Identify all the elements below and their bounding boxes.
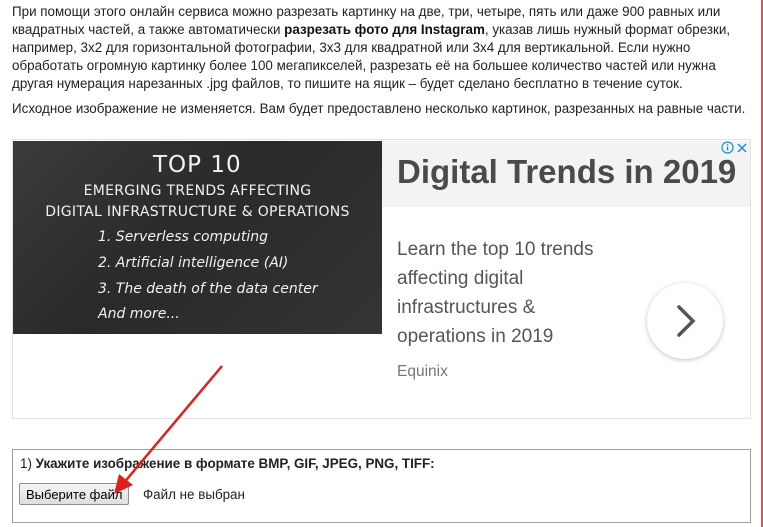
red-arrow-annotation <box>114 365 223 494</box>
ad-image[interactable]: TOP 10 EMERGING TRENDS AFFECTING DIGITAL… <box>13 141 382 334</box>
ad-headline[interactable]: Digital Trends in 2019 <box>397 153 736 191</box>
upload-label-text: Укажите изображение в формате BMP, GIF, … <box>35 456 435 471</box>
chevron-right-icon <box>677 305 696 337</box>
ad-image-title: TOP 10 <box>153 152 242 178</box>
adchoices[interactable] <box>721 141 747 154</box>
note-text: Исходное изображение не изменяется. Вам … <box>12 101 746 116</box>
ad-body-text[interactable]: Learn the top 10 trends affecting digita… <box>397 235 627 351</box>
ad-image-item: And more... <box>98 306 180 322</box>
ad-image-subtitle-2: DIGITAL INFRASTRUCTURE & OPERATIONS <box>45 204 350 220</box>
ad-image-item: 2. Artificial intelligence (AI) <box>98 255 289 271</box>
info-icon[interactable] <box>721 141 734 154</box>
step-number: 1) <box>20 456 32 471</box>
ad-image-item: 3. The death of the data center <box>98 281 318 297</box>
instagram-link-text: разрезать фото для Instagram <box>284 22 485 37</box>
intro-text: При помощи этого онлайн сервиса можно ра… <box>12 3 750 93</box>
ad-header[interactable]: Digital Trends in 2019 <box>382 141 750 207</box>
ad-next-button[interactable] <box>647 283 723 359</box>
ad-image-subtitle-1: EMERGING TRENDS AFFECTING <box>83 183 312 199</box>
ad-image-item: 1. Serverless computing <box>98 229 269 245</box>
ad-advertiser[interactable]: Equinix <box>397 363 448 381</box>
close-icon[interactable] <box>737 142 747 153</box>
